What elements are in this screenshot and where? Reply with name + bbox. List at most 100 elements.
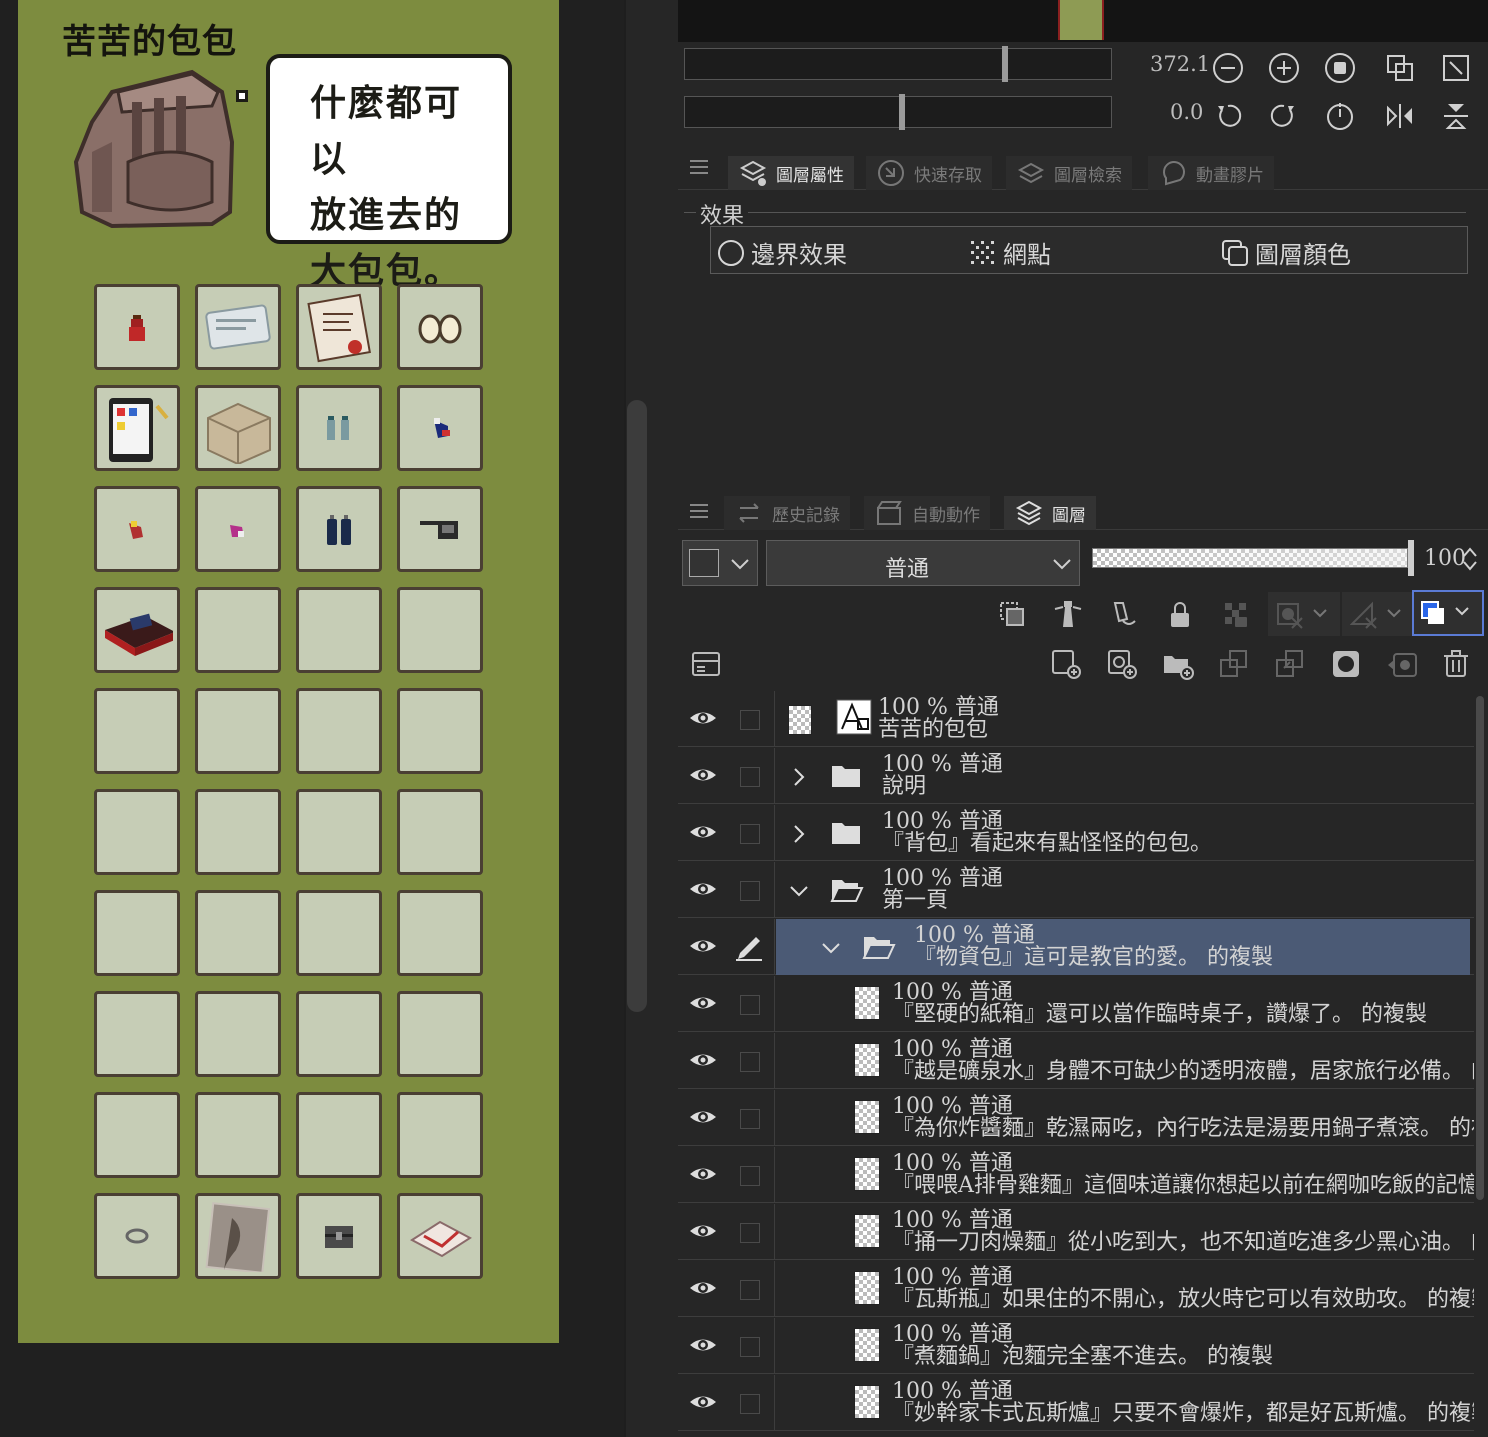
reset-rotation-button[interactable] xyxy=(1322,98,1358,134)
layer-list[interactable]: 100 % 普通 苦苦的包包 100 % 普通 說明 100 % 普通 『背包』看起來有點… xyxy=(678,691,1474,1437)
layer-color-palette-button[interactable] xyxy=(1412,590,1484,636)
tab-quick-access[interactable]: 快速存取 xyxy=(866,156,992,190)
spinner-icon[interactable] xyxy=(1462,546,1478,572)
edit-target-checkbox[interactable] xyxy=(740,1109,760,1129)
layer-list-scrollbar-thumb[interactable] xyxy=(1476,696,1484,1200)
edit-target-checkbox[interactable] xyxy=(740,1166,760,1186)
new-raster-layer-button[interactable] xyxy=(1048,646,1084,682)
rotation-slider-knob[interactable] xyxy=(899,94,905,130)
border-effect-button[interactable]: 邊界效果 xyxy=(717,235,847,270)
layer-row[interactable]: 100 % 普通 『背包』看起來有點怪怪的包包。 xyxy=(678,805,1474,861)
layer-row[interactable]: 100 % 普通 『煮麵鍋』泡麵完全塞不進去。 的複製 xyxy=(678,1318,1474,1374)
tab-layer-property[interactable]: 圖層屬性 xyxy=(728,156,854,190)
layer-color-button[interactable]: 圖層顏色 xyxy=(1221,235,1351,270)
eye-icon[interactable] xyxy=(688,1049,718,1071)
clip-to-layer-below-button[interactable] xyxy=(994,596,1030,632)
pen-icon[interactable] xyxy=(734,931,764,961)
layer-row[interactable]: 100 % 普通『喂喂A排骨雞麵』這個味道讓你想起以前在網咖吃飯的記憶。 的複製 xyxy=(678,1147,1474,1203)
layer-row[interactable]: 100 % 普通 『堅硬的紙箱』還可以當作臨時桌子，讚爆了。 的複製 xyxy=(678,976,1474,1032)
layer-row[interactable]: 100 % 普通 第一頁 xyxy=(678,862,1474,918)
tab-layer-search[interactable]: 圖層檢索 xyxy=(1006,156,1132,190)
merge-down-button[interactable] xyxy=(1272,646,1308,682)
eye-icon[interactable] xyxy=(688,821,718,843)
layer-row[interactable]: 100 % 普通 『瓦斯瓶』如果住的不開心，放火時它可以有效助攻。 的複製 xyxy=(678,1261,1474,1317)
edit-target-checkbox[interactable] xyxy=(740,881,760,901)
rotation-slider[interactable] xyxy=(684,94,1112,130)
fit-to-screen-button[interactable] xyxy=(1382,50,1418,86)
opacity-slider-knob[interactable] xyxy=(1408,540,1414,576)
new-folder-button[interactable] xyxy=(1160,646,1196,682)
draft-layer-button[interactable] xyxy=(1106,596,1142,632)
zoom-slider[interactable] xyxy=(684,46,1112,82)
reference-layer-button[interactable] xyxy=(1050,596,1086,632)
rotate-right-button[interactable] xyxy=(1266,98,1302,134)
chevron-down-icon[interactable] xyxy=(788,880,810,902)
eye-icon[interactable] xyxy=(688,707,718,729)
halftone-button[interactable]: 網點 xyxy=(969,235,1051,270)
flip-horizontal-button[interactable] xyxy=(1382,98,1418,134)
eye-icon[interactable] xyxy=(688,935,718,957)
eye-icon[interactable] xyxy=(688,1277,718,1299)
edit-target-checkbox[interactable] xyxy=(740,1394,760,1414)
eye-icon[interactable] xyxy=(688,764,718,786)
fit-window-button[interactable] xyxy=(1438,50,1474,86)
layer-row[interactable]: 100 % 普通 『為你炸醬麵』乾濕兩吃，內行吃法是湯要用鍋子煮滾。 的複製 xyxy=(678,1090,1474,1146)
layer-row[interactable]: 100 % 普通 苦苦的包包 xyxy=(678,691,1474,747)
new-vector-layer-button[interactable] xyxy=(1104,646,1140,682)
apply-mask-button[interactable] xyxy=(1384,646,1420,682)
flip-vertical-button[interactable] xyxy=(1438,98,1474,134)
rotate-left-button[interactable] xyxy=(1210,98,1246,134)
tab-layers[interactable]: 圖層 xyxy=(1004,496,1096,530)
edit-target-checkbox[interactable] xyxy=(740,1223,760,1243)
layer-row[interactable]: 100 % 普通 『捅一刀肉燥麵』從小吃到大，也不知道吃進多少黑心油。 的複製 xyxy=(678,1204,1474,1260)
layer-color-select[interactable] xyxy=(682,540,758,586)
edit-target-checkbox[interactable] xyxy=(740,1337,760,1357)
layer-row[interactable]: 100 % 普通 『物資包』這可是教官的愛。 的複製 xyxy=(678,919,1474,975)
canvas-area[interactable]: 苦苦的包包 什麼都可以 放進去的 大包包。 xyxy=(0,0,624,1437)
chevron-down-icon xyxy=(731,559,749,570)
chevron-right-icon[interactable] xyxy=(788,766,810,788)
eye-icon[interactable] xyxy=(688,1220,718,1242)
layer-list-settings-button[interactable] xyxy=(688,646,724,682)
eye-icon[interactable] xyxy=(688,992,718,1014)
transfer-to-lower-layer-button[interactable] xyxy=(1216,646,1252,682)
chevron-down-icon[interactable] xyxy=(820,937,842,959)
artwork-page[interactable]: 苦苦的包包 什麼都可以 放進去的 大包包。 xyxy=(18,0,559,1343)
zoom-in-button[interactable] xyxy=(1266,50,1302,86)
lock-transparent-pixels-button[interactable] xyxy=(1218,596,1254,632)
eye-icon[interactable] xyxy=(688,1391,718,1413)
panel-menu-icon[interactable] xyxy=(690,504,708,518)
navigator-thumbnail[interactable] xyxy=(1058,0,1104,40)
edit-target-checkbox[interactable] xyxy=(740,995,760,1015)
tab-history[interactable]: 歷史記錄 xyxy=(724,496,850,530)
enable-mask-button[interactable] xyxy=(1268,592,1340,636)
edit-target-checkbox[interactable] xyxy=(740,710,760,730)
layer-row[interactable]: 100 % 普通 『越是礦泉水』身體不可缺少的透明液體，居家旅行必備。 的複製 xyxy=(678,1033,1474,1089)
lock-layer-button[interactable] xyxy=(1162,596,1198,632)
set-ruler-button[interactable] xyxy=(1342,592,1414,636)
actual-size-button[interactable] xyxy=(1322,50,1358,86)
layer-row[interactable]: 100 % 普通 『妙幹家卡式瓦斯爐』只要不會爆炸，都是好瓦斯爐。 的複製 xyxy=(678,1375,1474,1431)
create-layer-mask-button[interactable] xyxy=(1328,646,1364,682)
blend-mode-select[interactable]: 普通 xyxy=(766,540,1080,586)
layer-row[interactable]: 100 % 普通 說明 xyxy=(678,748,1474,804)
chevron-right-icon[interactable] xyxy=(788,823,810,845)
panel-menu-icon[interactable] xyxy=(690,160,708,174)
eye-icon[interactable] xyxy=(688,1334,718,1356)
edit-target-checkbox[interactable] xyxy=(740,824,760,844)
zoom-out-button[interactable] xyxy=(1210,50,1246,86)
edit-target-checkbox[interactable] xyxy=(740,767,760,787)
tab-auto-action[interactable]: 自動動作 xyxy=(864,496,990,530)
opacity-slider[interactable] xyxy=(1092,548,1408,568)
edit-target-checkbox[interactable] xyxy=(740,1280,760,1300)
eye-icon[interactable] xyxy=(688,878,718,900)
zoom-slider-knob[interactable] xyxy=(1002,46,1008,82)
eye-icon[interactable] xyxy=(688,1106,718,1128)
delete-layer-button[interactable] xyxy=(1438,646,1474,682)
tab-animation-cels[interactable]: 動畫膠片 xyxy=(1148,156,1274,190)
canvas-scrollbar-thumb[interactable] xyxy=(627,400,647,1012)
eye-icon[interactable] xyxy=(688,1163,718,1185)
plus-circle-icon xyxy=(1269,53,1299,83)
navigator-preview[interactable] xyxy=(678,0,1488,42)
edit-target-checkbox[interactable] xyxy=(740,1052,760,1072)
